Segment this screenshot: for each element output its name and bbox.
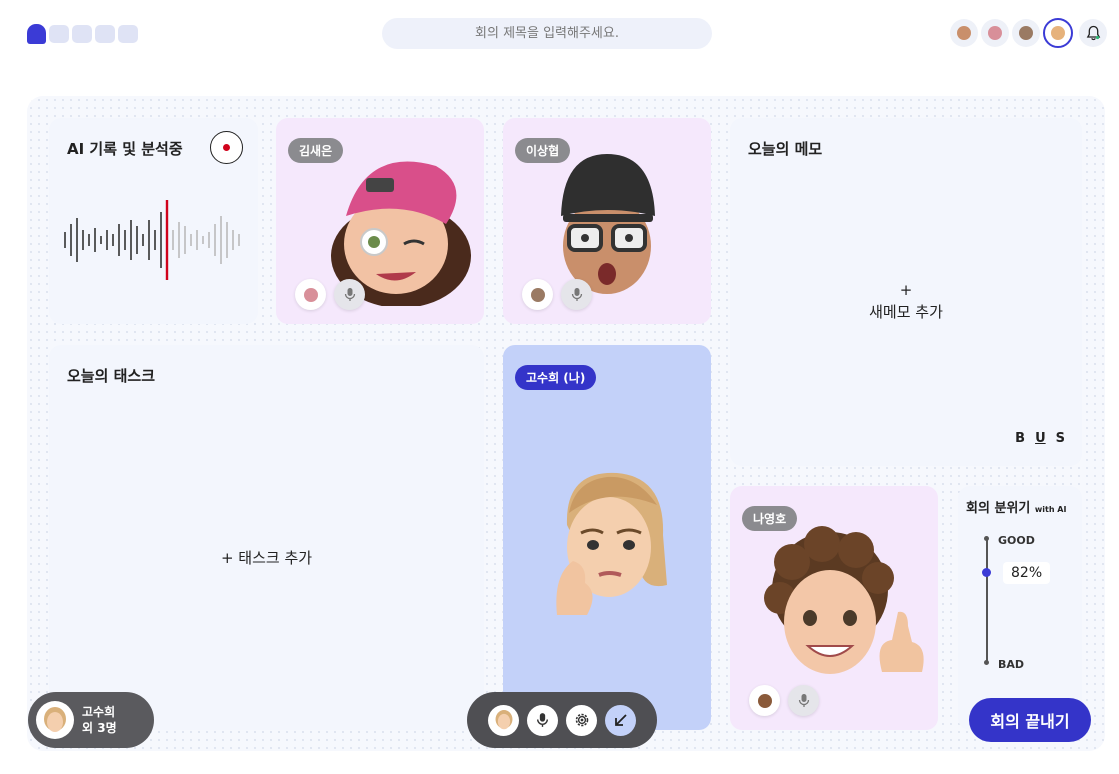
meeting-board: AI 기록 및 분석중 김새은 이상협 오늘의 메모 + 새메모 추가 B U … <box>27 96 1105 751</box>
logo-letter-shape <box>118 25 138 43</box>
logo-letter-shape <box>95 25 115 43</box>
mic-button[interactable] <box>788 685 819 716</box>
participant-card-lee[interactable]: 이상협 <box>503 118 711 324</box>
mood-label-bad: BAD <box>998 658 1025 671</box>
add-memo-plus: + <box>899 281 913 299</box>
participant-avatar-thumb <box>749 685 780 716</box>
settings-gear-icon <box>575 713 588 727</box>
header-avatar[interactable] <box>950 19 978 47</box>
minimize-arrow-icon <box>614 714 627 726</box>
participants-summary[interactable]: 고수희 외 3명 <box>28 692 154 748</box>
logo-letter-shape <box>49 25 69 43</box>
task-card: 오늘의 태스크 + 태스크 추가 <box>49 345 484 730</box>
participant-controls <box>749 685 819 716</box>
underline-button[interactable]: U <box>1035 431 1046 446</box>
my-avatar-thumb <box>36 701 74 739</box>
mic-button[interactable] <box>561 279 592 310</box>
add-task-button[interactable]: + 태스크 추가 <box>49 547 484 568</box>
strike-button[interactable]: S <box>1056 431 1065 446</box>
participant-card-me[interactable]: 고수희 (나) <box>503 345 711 730</box>
participants-line-2: 외 3명 <box>82 721 117 735</box>
ai-recording-card: AI 기록 및 분석중 <box>49 118 258 324</box>
mic-icon <box>798 694 809 707</box>
mic-icon <box>344 288 355 301</box>
participant-controls <box>522 279 592 310</box>
mood-level-indicator <box>982 568 991 577</box>
header-avatar-me[interactable] <box>1043 18 1073 48</box>
record-button[interactable] <box>210 131 243 164</box>
mood-card: 회의 분위기 with AI GOOD 82% BAD <box>958 486 1082 730</box>
add-memo-label: 새메모 추가 <box>869 303 943 321</box>
mood-title: 회의 분위기 with AI <box>966 497 1066 516</box>
memoji-avatar-woman-thinking <box>556 472 667 615</box>
header-avatar[interactable] <box>981 19 1009 47</box>
participant-avatar-thumb <box>522 279 553 310</box>
task-title: 오늘의 태스크 <box>67 367 156 385</box>
add-memo-button[interactable]: + 새메모 추가 <box>730 279 1082 323</box>
mood-title-suffix: with AI <box>1034 505 1067 514</box>
memoji-avatar-woman-small <box>495 710 512 730</box>
header-avatar[interactable] <box>1012 19 1040 47</box>
settings-button[interactable] <box>566 704 597 736</box>
end-meeting-button[interactable]: 회의 끝내기 <box>969 698 1091 742</box>
memo-card: 오늘의 메모 + 새메모 추가 B U S <box>730 118 1082 466</box>
logo-letter-shape <box>72 25 92 43</box>
record-dot-icon <box>223 144 230 151</box>
memo-format-toolbar: B U S <box>1015 431 1065 446</box>
mic-icon <box>537 713 548 727</box>
mic-button[interactable] <box>334 279 365 310</box>
meeting-title-input[interactable] <box>382 18 712 49</box>
app-logo[interactable] <box>27 24 138 44</box>
memoji-avatar-boy-curly-thumbsup <box>764 526 924 674</box>
logo-house-shape <box>27 24 46 44</box>
participant-card-kim[interactable]: 김새은 <box>276 118 484 324</box>
participant-avatar-thumb <box>295 279 326 310</box>
memoji-avatar-boy-glasses <box>561 154 655 294</box>
mood-scale-bottom-dot <box>984 660 989 665</box>
memoji-avatar-woman-small <box>44 707 66 732</box>
mood-value: 82% <box>1003 562 1051 584</box>
meeting-toolbar <box>467 692 657 748</box>
mood-scale-line <box>986 538 988 664</box>
my-avatar-button[interactable] <box>488 704 519 736</box>
mic-toggle-button[interactable] <box>527 704 558 736</box>
mood-title-text: 회의 분위기 <box>966 501 1031 516</box>
mic-icon <box>571 288 582 301</box>
ai-card-title: AI 기록 및 분석중 <box>67 140 183 158</box>
participant-controls <box>295 279 365 310</box>
participant-card-na[interactable]: 나영호 <box>730 486 938 730</box>
audio-waveform <box>64 200 240 280</box>
notification-button[interactable] <box>1079 19 1107 47</box>
bold-button[interactable]: B <box>1015 431 1025 446</box>
memo-title: 오늘의 메모 <box>748 140 823 158</box>
bell-icon <box>1086 25 1100 41</box>
minimize-button[interactable] <box>605 704 636 736</box>
participant-name-chip-me: 고수희 (나) <box>515 365 597 390</box>
mood-label-good: GOOD <box>998 534 1035 547</box>
participants-line-1: 고수희 <box>82 705 116 719</box>
header-avatar-list <box>950 18 1107 48</box>
